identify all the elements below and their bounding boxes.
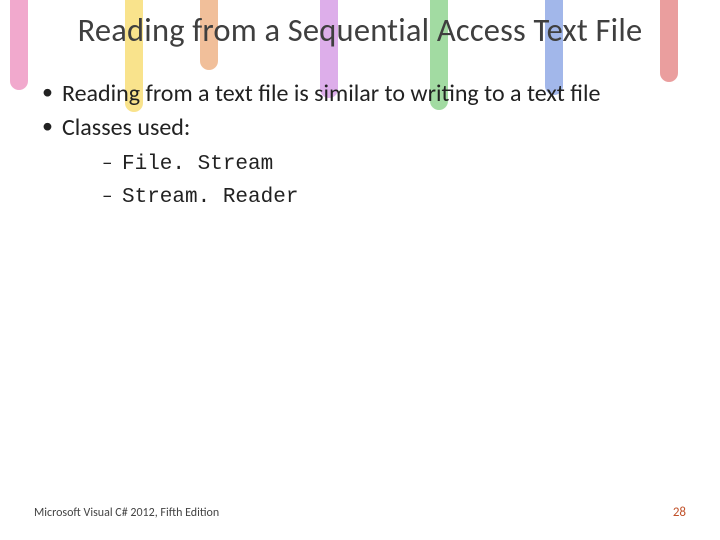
bullet-text: Classes used:	[62, 113, 190, 142]
sub-bullet-item: Stream. Reader	[102, 181, 686, 212]
code-text: Stream. Reader	[122, 186, 298, 209]
bullet-list: Reading from a text file is similar to w…	[34, 79, 686, 212]
code-text: File. Stream	[122, 153, 273, 176]
slide-title: Reading from a Sequential Access Text Fi…	[34, 12, 686, 49]
footer-page-number: 28	[673, 505, 686, 520]
footer-source: Microsoft Visual C# 2012, Fifth Edition	[34, 506, 219, 520]
bullet-text: Reading from a text file is similar to w…	[62, 79, 600, 108]
sub-bullet-list: File. Stream Stream. Reader	[62, 148, 686, 213]
footer: Microsoft Visual C# 2012, Fifth Edition …	[34, 505, 686, 520]
bullet-item: Reading from a text file is similar to w…	[40, 79, 686, 108]
slide: Reading from a Sequential Access Text Fi…	[0, 0, 720, 540]
sub-bullet-item: File. Stream	[102, 148, 686, 179]
bullet-item: Classes used: File. Stream Stream. Reade…	[40, 113, 686, 213]
